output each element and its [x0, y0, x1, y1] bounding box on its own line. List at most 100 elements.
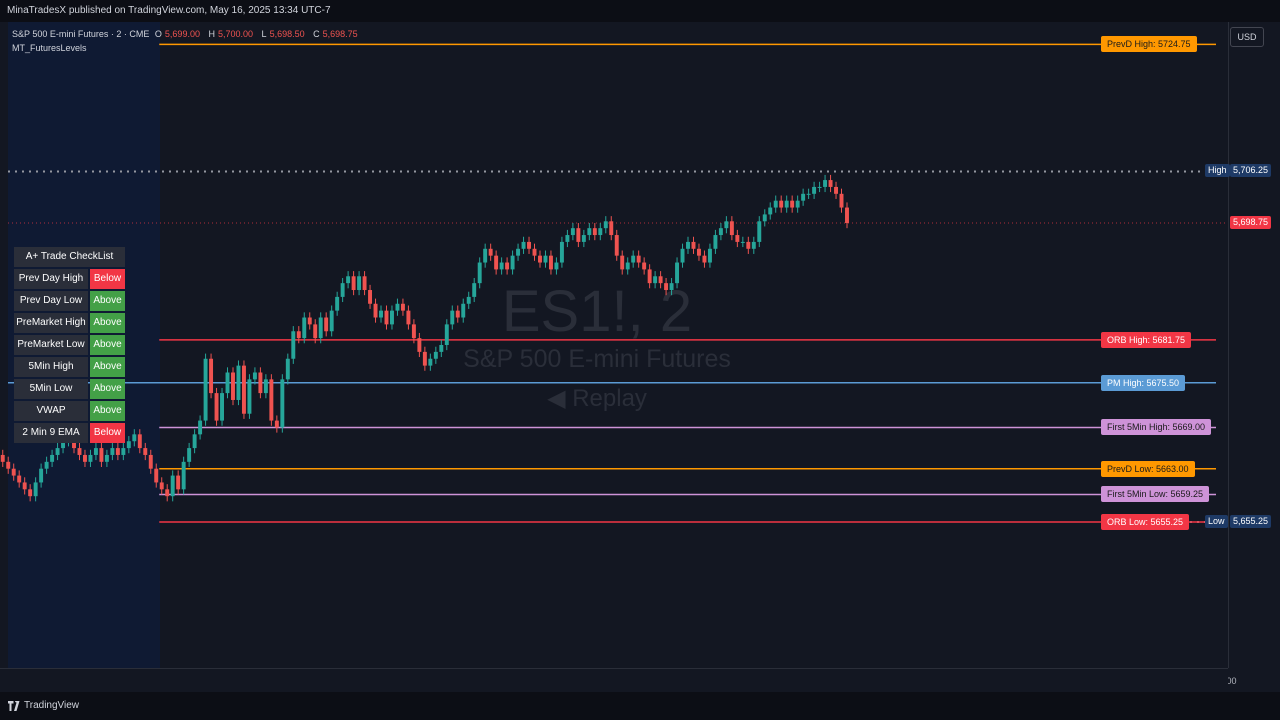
- legend-high: 5,700.00: [217, 29, 254, 39]
- candle-body: [373, 303, 378, 318]
- time-axis[interactable]: [0, 668, 1228, 693]
- candle-body: [488, 248, 493, 256]
- candle-body: [483, 248, 488, 263]
- candle-body: [329, 310, 334, 332]
- checklist-status: Above: [90, 357, 125, 377]
- candle-body: [746, 241, 751, 249]
- candle-body: [209, 358, 214, 394]
- checklist-label: 2 Min 9 EMA: [14, 423, 88, 443]
- session-low-label: Low: [1205, 514, 1228, 528]
- candle-body: [664, 283, 669, 291]
- candle-body: [225, 372, 230, 394]
- candle-body: [362, 276, 367, 291]
- checklist-label: 5Min High: [14, 357, 88, 377]
- legend-low-label: L: [261, 29, 267, 39]
- candle-body: [22, 482, 27, 490]
- last-price-tag: 5,698.75: [1230, 216, 1272, 230]
- candle-body: [510, 255, 515, 270]
- candle-body: [455, 310, 460, 318]
- indicator-name[interactable]: MT_FuturesLevels: [12, 43, 87, 53]
- candle-body: [680, 248, 685, 263]
- candle-body: [236, 365, 241, 400]
- candle-body: [718, 228, 723, 236]
- level-label-orb_high: ORB High: 5681.75: [1101, 331, 1192, 348]
- candle-body: [834, 186, 839, 194]
- candle-body: [313, 324, 318, 339]
- candle-body: [318, 317, 323, 339]
- candle-body: [472, 283, 477, 297]
- candle-body: [433, 351, 438, 359]
- candle-body: [795, 200, 800, 208]
- checklist-status: Above: [90, 313, 125, 333]
- candle-body: [812, 186, 817, 194]
- candle-body: [137, 434, 142, 449]
- candle-body: [631, 255, 636, 263]
- session-high-text: High: [1208, 165, 1227, 176]
- checklist-label: VWAP: [14, 401, 88, 421]
- candle-body: [132, 434, 137, 442]
- checklist-status: Above: [90, 379, 125, 399]
- candle-body: [450, 310, 455, 325]
- candle-body: [570, 228, 575, 236]
- candle-body: [713, 235, 718, 249]
- candle-body: [181, 461, 186, 490]
- candle-body: [801, 193, 806, 201]
- price-chart[interactable]: 5,724.005,720.005,716.005,712.005,708.00…: [0, 0, 1280, 720]
- candle-body: [82, 454, 87, 462]
- candle-body: [39, 468, 44, 483]
- candle-body: [658, 276, 663, 284]
- candle-body: [521, 241, 526, 249]
- candle-body: [0, 454, 5, 462]
- checklist-row: PreMarket High Above: [14, 313, 125, 333]
- candle-body: [768, 207, 773, 215]
- candle-body: [784, 200, 789, 208]
- candle-body: [757, 221, 762, 242]
- session-high-value: 5,706.25: [1230, 164, 1272, 178]
- candle-body: [587, 228, 592, 236]
- candle-body: [581, 235, 586, 242]
- candle-body: [351, 276, 356, 291]
- candle-body: [461, 303, 466, 318]
- candle-body: [379, 310, 383, 318]
- candle-body: [154, 468, 159, 483]
- candle-body: [340, 283, 345, 297]
- candle-body: [647, 269, 652, 284]
- level-label-orb_low: ORB Low: 5655.25: [1101, 513, 1190, 530]
- candle-body: [762, 214, 767, 222]
- candle-body: [576, 228, 581, 242]
- candle-body: [121, 448, 126, 455]
- candle-body: [411, 324, 416, 339]
- candle-body: [790, 200, 795, 208]
- checklist-status: Above: [90, 335, 125, 355]
- candle-body: [44, 461, 49, 469]
- candle-body: [324, 317, 329, 332]
- candle-body: [636, 255, 641, 263]
- legend-high-label: H: [208, 29, 215, 39]
- candle-body: [104, 454, 109, 462]
- symbol-legend[interactable]: S&P 500 E-mini Futures · 2 · CME O 5,699.…: [12, 29, 364, 39]
- candle-body: [258, 372, 263, 394]
- legend-open-label: O: [154, 29, 162, 39]
- candle-body: [368, 290, 373, 304]
- candle-body: [779, 200, 784, 208]
- candle-body: [494, 255, 499, 270]
- candle-body: [50, 454, 55, 462]
- currency-button[interactable]: USD: [1230, 27, 1264, 47]
- session-high-label: High: [1205, 164, 1230, 178]
- legend-symbol[interactable]: S&P 500 E-mini Futures · 2 · CME: [12, 29, 149, 39]
- checklist-row: 5Min Low Above: [14, 379, 125, 399]
- checklist-label: 5Min Low: [14, 379, 88, 399]
- candle-body: [346, 276, 351, 284]
- candle-body: [148, 454, 153, 469]
- candle-body: [806, 193, 811, 195]
- candle-body: [653, 276, 658, 284]
- candle-body: [280, 379, 285, 428]
- candle-body: [845, 207, 849, 224]
- candle-body: [598, 228, 603, 236]
- level-label-first5_low: First 5Min Low: 5659.25: [1101, 486, 1210, 503]
- candle-body: [724, 221, 729, 229]
- candle-body: [543, 255, 548, 263]
- price-axis[interactable]: [1228, 22, 1280, 668]
- candle-body: [93, 448, 98, 455]
- candle-body: [159, 482, 164, 490]
